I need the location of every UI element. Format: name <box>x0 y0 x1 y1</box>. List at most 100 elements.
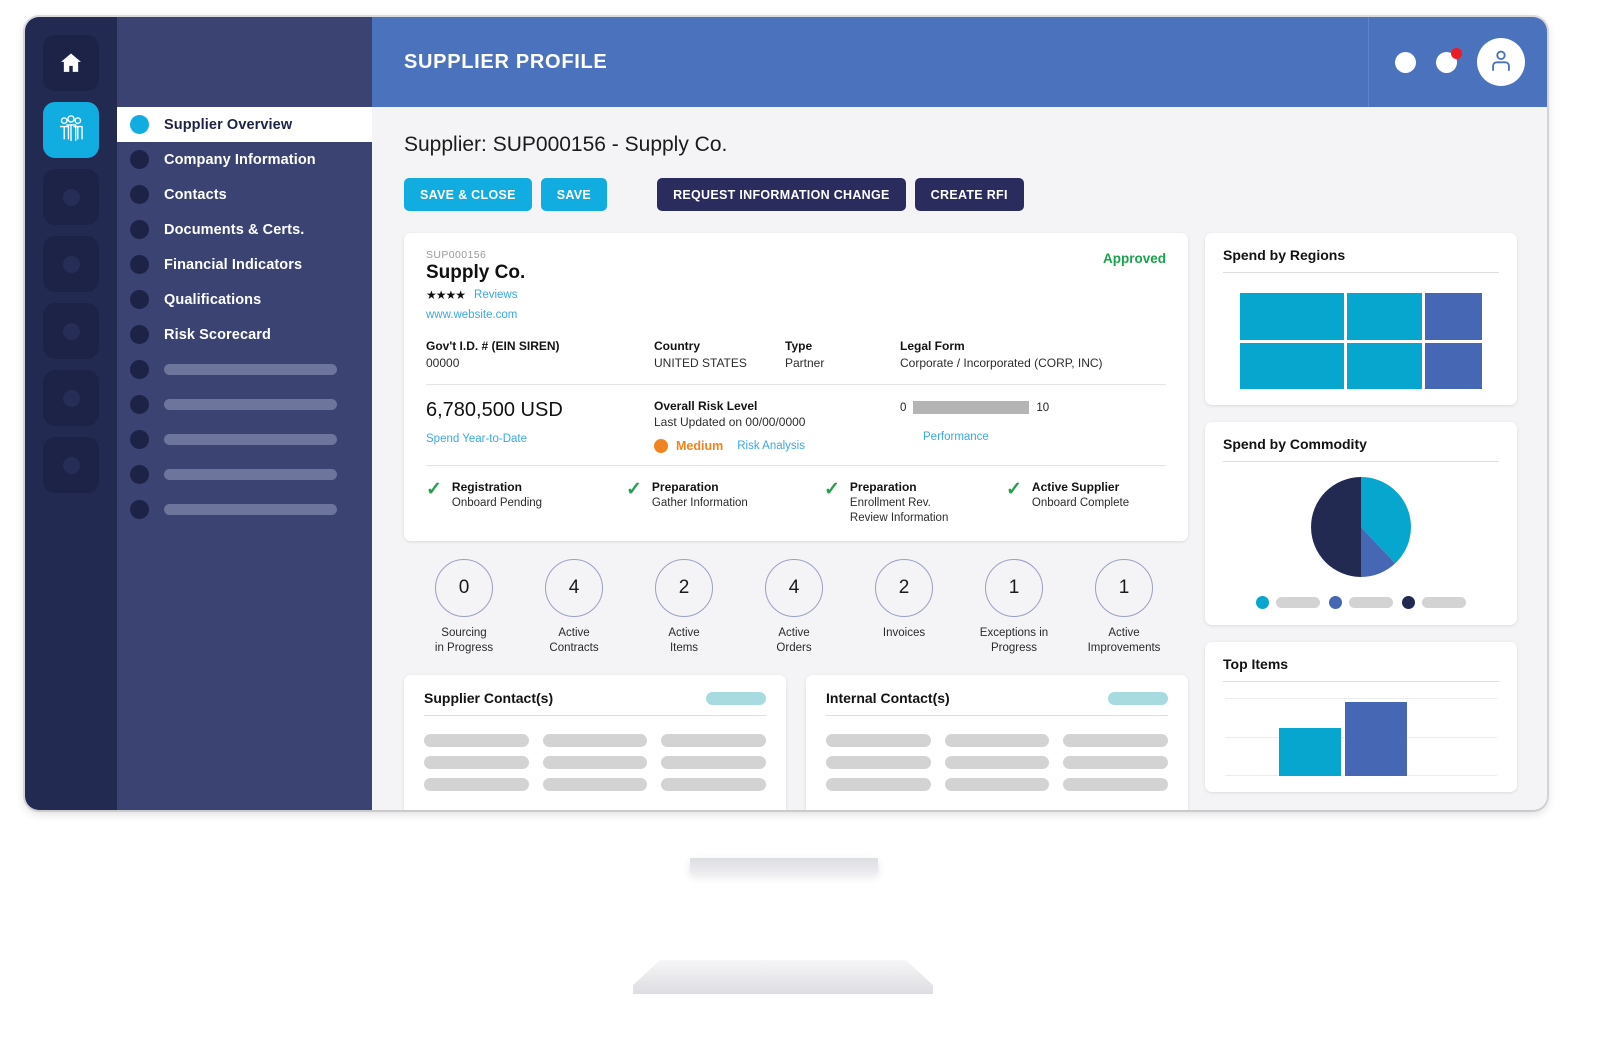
placeholder-bar <box>826 778 931 792</box>
sidebar-item-placeholder[interactable] <box>117 492 372 527</box>
panel-title: Spend by Regions <box>1223 247 1499 273</box>
kpi-label: Active Orders <box>776 626 812 654</box>
kpi-label: Active Contracts <box>549 626 599 654</box>
treemap-tile[interactable] <box>1425 342 1483 389</box>
placeholder-bar <box>944 756 1050 770</box>
risk-block: Overall Risk Level Last Updated on 00/00… <box>654 399 900 453</box>
bullet-icon <box>130 395 149 414</box>
bullet-icon <box>130 185 149 204</box>
supplier-facts: Gov't I.D. # (EIN SIREN) 00000 Country U… <box>426 339 1166 385</box>
sidebar-item-financial-indicators[interactable]: Financial Indicators <box>117 247 372 282</box>
main-column: SUP000156 Supply Co. ★★★★ Reviews www.we… <box>404 233 1188 810</box>
treemap-tile[interactable] <box>1239 293 1345 340</box>
sidebar-item-label: Supplier Overview <box>164 116 293 133</box>
kpi-active-items[interactable]: 2 Active Items <box>629 558 739 655</box>
suppliers-icon <box>59 115 83 142</box>
bullet-icon <box>130 220 149 239</box>
legend-color-dot <box>1256 596 1269 609</box>
save-and-close-button[interactable]: SAVE & CLOSE <box>404 178 532 211</box>
legend-color-dot <box>1329 596 1342 609</box>
bullet-icon <box>130 255 149 274</box>
create-rfi-button[interactable]: CREATE RFI <box>914 178 1024 211</box>
rail-item-suppliers[interactable] <box>43 102 99 158</box>
treemap-tile[interactable] <box>1425 293 1483 340</box>
sidebar-item-company-information[interactable]: Company Information <box>117 142 372 177</box>
placeholder-bar <box>542 756 648 770</box>
sidebar-item-risk-scorecard[interactable]: Risk Scorecard <box>117 317 372 352</box>
sidebar-item-contacts[interactable]: Contacts <box>117 177 372 212</box>
internal-contacts-card: Internal Contact(s) <box>806 675 1188 810</box>
fact-type: Type Partner <box>785 339 900 370</box>
check-icon: ✓ <box>824 479 840 500</box>
kpi-active-contracts[interactable]: 4 Active Contracts <box>519 558 629 655</box>
pie-slice[interactable] <box>1311 477 1361 577</box>
bullet-icon <box>130 290 149 309</box>
treemap-tile[interactable] <box>1347 293 1423 340</box>
reviews-link[interactable]: Reviews <box>474 289 517 301</box>
treemap-chart <box>1223 273 1499 389</box>
sidebar-item-placeholder[interactable] <box>117 422 372 457</box>
avatar[interactable] <box>1477 38 1525 86</box>
status-badge: Approved <box>1102 251 1166 266</box>
sidebar-item-label: Qualifications <box>164 291 262 308</box>
kpi-sourcing-in-progress[interactable]: 0 Sourcing in Progress <box>409 558 519 655</box>
check-icon: ✓ <box>626 479 642 500</box>
sidebar-item-documents-certs[interactable]: Documents & Certs. <box>117 212 372 247</box>
kpi-active-orders[interactable]: 4 Active Orders <box>739 558 849 655</box>
sidebar-item-label: Risk Scorecard <box>164 326 271 343</box>
card-action-placeholder[interactable] <box>1108 691 1168 705</box>
rail-item-placeholder-1[interactable] <box>43 169 99 225</box>
notifications-icon[interactable] <box>1436 47 1462 73</box>
fact-country: Country UNITED STATES <box>654 339 785 370</box>
risk-analysis-link[interactable]: Risk Analysis <box>737 440 805 452</box>
sidebar-item-supplier-overview[interactable]: Supplier Overview <box>117 107 372 142</box>
website-link[interactable]: www.website.com <box>426 309 1166 321</box>
rail-item-placeholder-2[interactable] <box>43 236 99 292</box>
legend-item[interactable] <box>1402 596 1466 609</box>
placeholder-dot-icon <box>62 322 80 340</box>
fact-legal-form: Legal Form Corporate / Incorporated (COR… <box>900 339 1103 370</box>
treemap-tile[interactable] <box>1347 342 1423 389</box>
bar[interactable] <box>1279 727 1341 776</box>
kpi-invoices[interactable]: 2 Invoices <box>849 558 959 655</box>
bullet-icon <box>130 150 149 169</box>
fact-value: 00000 <box>426 356 460 370</box>
rail-item-home[interactable] <box>43 35 99 91</box>
card-action-placeholder[interactable] <box>706 691 766 705</box>
sidebar-item-placeholder[interactable] <box>117 457 372 492</box>
fact-label: Type <box>785 339 813 353</box>
placeholder-bar <box>164 434 337 445</box>
sidebar-item-qualifications[interactable]: Qualifications <box>117 282 372 317</box>
bar[interactable] <box>1345 701 1407 776</box>
notification-badge <box>1451 47 1462 59</box>
treemap-tile[interactable] <box>1239 342 1345 389</box>
sidebar-item-placeholder[interactable] <box>117 352 372 387</box>
placeholder-bar <box>661 734 766 748</box>
kpi-value: 4 <box>545 558 603 617</box>
supplier-name: Supply Co. <box>426 262 526 283</box>
save-button[interactable]: SAVE <box>540 178 608 211</box>
placeholder-bar <box>1063 778 1168 792</box>
request-information-change-button[interactable]: REQUEST INFORMATION CHANGE <box>657 178 906 211</box>
check-icon: ✓ <box>1006 479 1022 500</box>
spend-ytd-link[interactable]: Spend Year-to-Date <box>426 433 527 445</box>
rail-item-placeholder-4[interactable] <box>43 370 99 426</box>
kpi-exceptions-in-progress[interactable]: 1 Exceptions in Progress <box>959 558 1069 655</box>
kpi-active-improvements[interactable]: 1 Active Improvements <box>1069 558 1179 655</box>
legend-item[interactable] <box>1256 596 1320 609</box>
legend-item[interactable] <box>1329 596 1393 609</box>
placeholder-bar <box>164 469 337 480</box>
pie-chart-svg[interactable] <box>1310 476 1412 578</box>
fact-value: Partner <box>785 356 825 370</box>
performance-link[interactable]: Performance <box>923 431 989 443</box>
performance-bar-track <box>913 401 1030 414</box>
sidebar-item-placeholder[interactable] <box>117 387 372 422</box>
help-icon[interactable] <box>1395 51 1416 73</box>
rail-item-placeholder-5[interactable] <box>43 437 99 493</box>
kpi-label: Invoices <box>882 626 926 639</box>
user-icon <box>1492 50 1510 71</box>
card-header: Internal Contact(s) <box>826 690 1168 717</box>
step-title: Preparation <box>651 480 719 494</box>
monitor-neck <box>690 858 878 874</box>
rail-item-placeholder-3[interactable] <box>43 303 99 359</box>
